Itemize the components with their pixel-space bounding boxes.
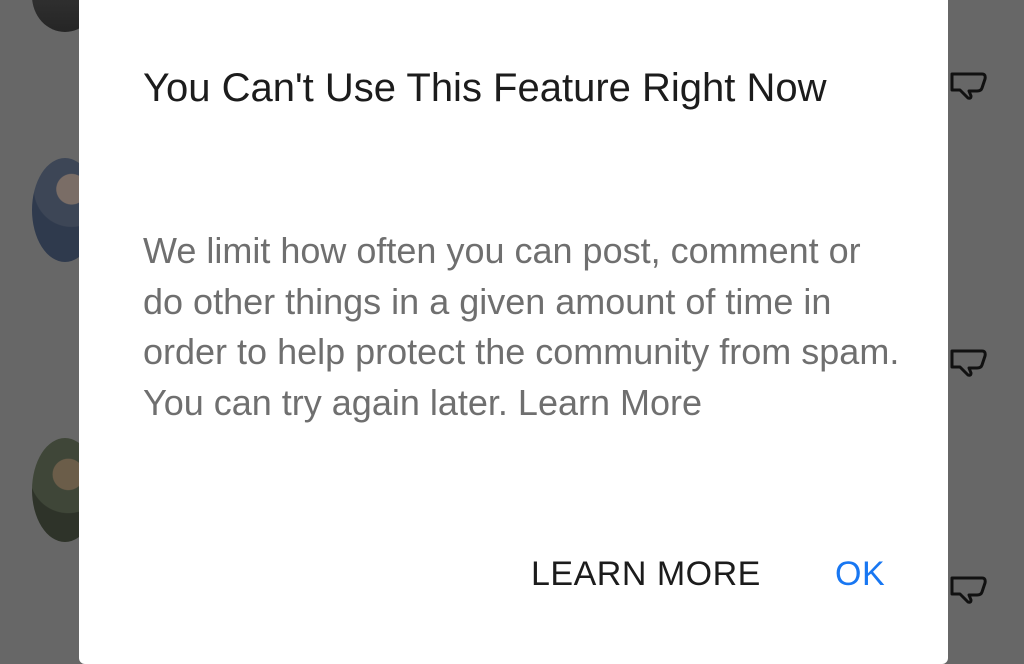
thumbs-down-icon: [948, 347, 988, 377]
dialog-message: We limit how often you can post, comment…: [143, 230, 900, 423]
learn-more-button[interactable]: LEARN MORE: [531, 550, 761, 598]
ok-button[interactable]: OK: [835, 550, 885, 598]
dialog-actions: LEARN MORE OK: [79, 550, 948, 598]
thumbs-down-icon: [948, 70, 988, 100]
feature-blocked-dialog: You Can't Use This Feature Right Now We …: [79, 0, 948, 664]
dialog-title: You Can't Use This Feature Right Now: [143, 66, 827, 110]
thumbs-down-icon: [948, 574, 988, 604]
